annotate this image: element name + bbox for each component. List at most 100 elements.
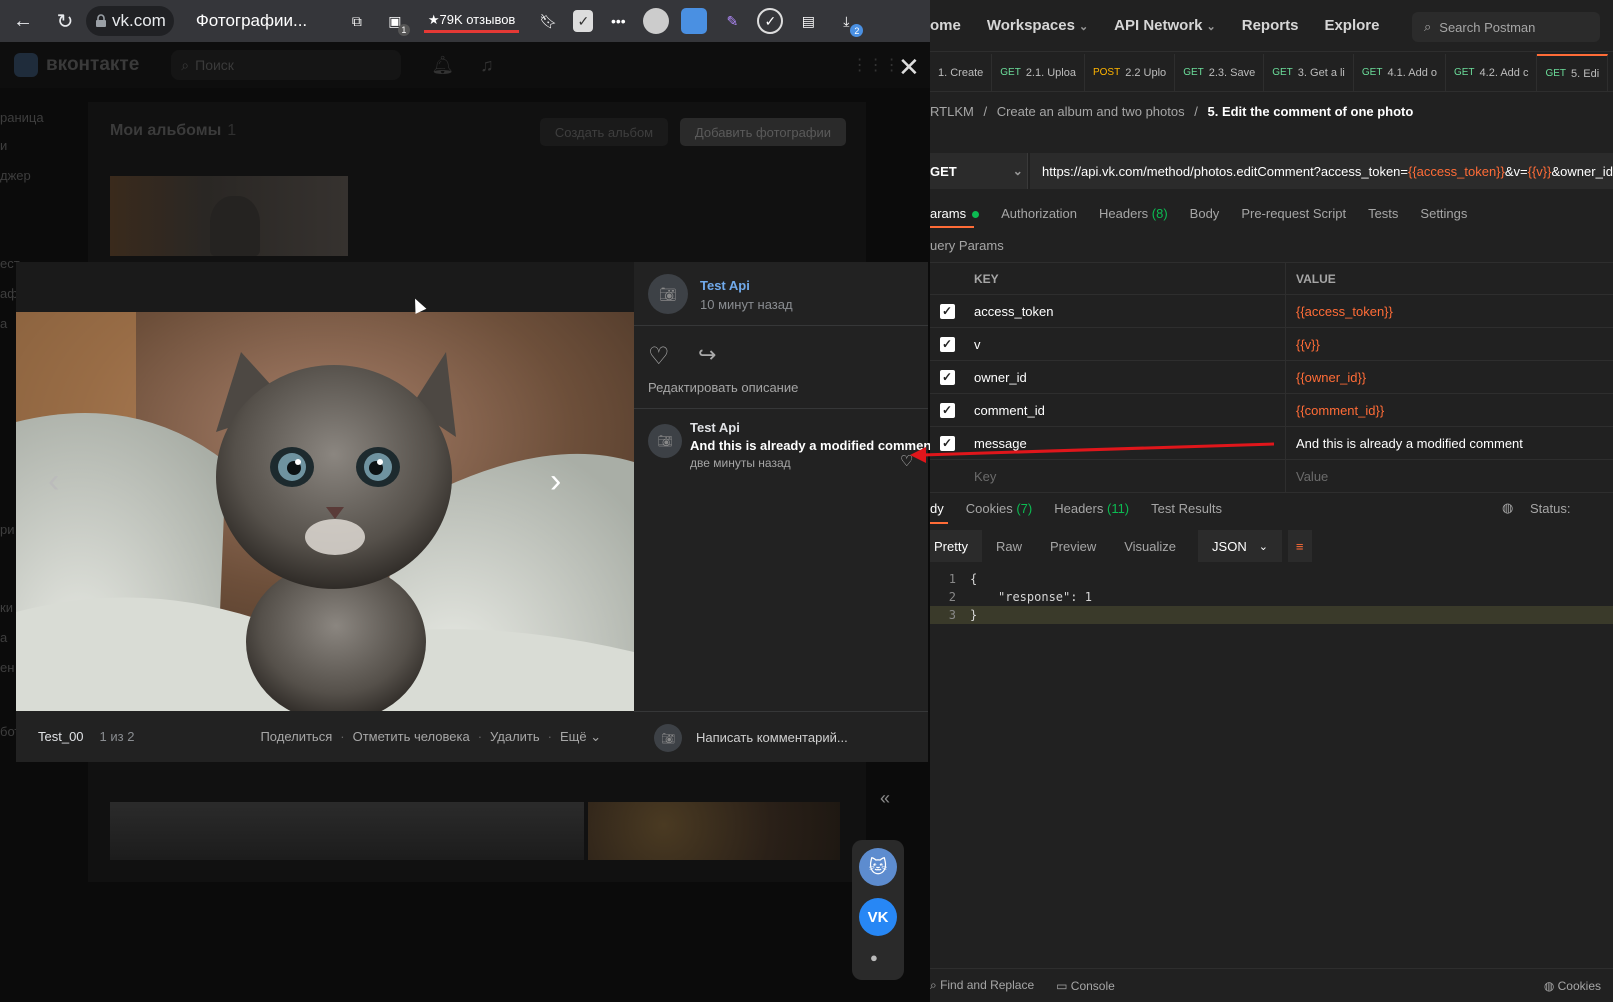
sidebar-item-messages[interactable]: и [0, 138, 7, 153]
request-tab[interactable]: 1. Create [930, 53, 993, 92]
share-icon[interactable]: ↪ [698, 342, 716, 368]
prev-photo-icon[interactable]: ‹ [48, 462, 59, 501]
check-extension-icon[interactable]: ✓ [757, 8, 784, 34]
param-checkbox[interactable]: ✓ [939, 435, 955, 451]
breadcrumb-folder[interactable]: Create an album and two photos [997, 104, 1185, 119]
param-checkbox[interactable]: ✓ [939, 369, 955, 385]
comment-like-icon[interactable]: ♡ [900, 452, 913, 470]
tab-resp-body[interactable]: dy [930, 501, 944, 516]
kitten-photo[interactable]: ‹ › [16, 312, 634, 711]
comment-input[interactable]: Написать комментарий... [696, 730, 848, 745]
request-tab[interactable]: POST 2.2 Uplo [1085, 53, 1176, 92]
sidebar-item-messenger[interactable]: джер [0, 168, 31, 183]
music-icon[interactable]: ♫ [480, 55, 494, 76]
value-input[interactable]: Value [1286, 460, 1613, 493]
tab-settings[interactable]: Settings [1420, 206, 1467, 221]
address-bar[interactable]: vk.com [86, 6, 174, 36]
author-name[interactable]: Test Api [700, 278, 750, 293]
param-checkbox[interactable]: ✓ [939, 336, 955, 352]
view-pretty[interactable]: Pretty [930, 530, 982, 562]
param-value[interactable]: {{access_token}} [1286, 295, 1613, 328]
bell-icon[interactable]: 🔔︎ [431, 55, 454, 76]
breadcrumb-current[interactable]: 5. Edit the comment of one photo [1207, 104, 1413, 119]
back-icon[interactable]: ← [6, 4, 40, 38]
param-value[interactable]: {{owner_id}} [1286, 361, 1613, 394]
request-tab[interactable]: GET 4.2. Add c [1446, 53, 1538, 92]
tab-headers[interactable]: Headers (8) [1099, 206, 1168, 221]
vk-logo[interactable]: вконтакте [14, 53, 139, 77]
delete-link[interactable]: Удалить [490, 729, 540, 744]
method-select[interactable]: GET ⌄ [930, 153, 1028, 189]
tab-pre-request-script[interactable]: Pre-request Script [1241, 206, 1346, 221]
tab-authorization[interactable]: Authorization [1001, 206, 1077, 221]
comment-author[interactable]: Test Api [690, 420, 740, 435]
param-value[interactable]: And this is already a modified comment [1286, 427, 1613, 460]
chat-icon[interactable]: ● [870, 950, 878, 965]
nav-workspaces[interactable]: Workspaces ⌄ [987, 17, 1088, 34]
collapse-icon[interactable]: « [880, 788, 890, 809]
param-checkbox[interactable]: ✓ [939, 402, 955, 418]
extension-icon[interactable]: ▣ 1 [382, 8, 410, 36]
find-replace-button[interactable]: ⌕ Find and Replace [930, 978, 1034, 993]
param-key[interactable]: comment_id [964, 393, 1286, 427]
view-raw[interactable]: Raw [982, 530, 1036, 562]
feather-extension-icon[interactable]: ✎ [719, 8, 745, 34]
tag-person-link[interactable]: Отметить человека [353, 729, 470, 744]
sidebar-item-page[interactable]: раница [0, 110, 44, 125]
param-value[interactable]: {{v}} [1286, 328, 1613, 361]
reload-icon[interactable]: ↻ [48, 4, 82, 38]
bookmark-icon[interactable]: 🔖︎ [535, 8, 561, 34]
wrap-lines-icon[interactable]: ≡ [1287, 530, 1312, 562]
request-tab[interactable]: GET 2.1. Uploa [992, 53, 1085, 92]
request-tab[interactable]: GET 3. Get a li [1264, 53, 1354, 92]
view-preview[interactable]: Preview [1036, 530, 1110, 562]
tab-test-results[interactable]: Test Results [1151, 501, 1222, 516]
author-avatar[interactable]: 📷︎ [648, 274, 688, 314]
apps-grid-icon[interactable]: ⋮⋮⋮ [852, 55, 900, 75]
param-checkbox[interactable]: ✓ [939, 303, 955, 319]
edit-description-link[interactable]: Редактировать описание [648, 380, 798, 395]
param-key[interactable]: access_token [964, 294, 1286, 328]
param-key[interactable]: owner_id [964, 360, 1286, 394]
next-photo-icon[interactable]: › [550, 462, 561, 501]
console-button[interactable]: ▭ Console [1056, 979, 1115, 993]
share-link[interactable]: Поделиться [260, 729, 332, 744]
cookies-button[interactable]: ◍ Cookies [1544, 979, 1601, 993]
reviews-badge[interactable]: ★79K отзывов [423, 10, 520, 33]
album-thumbnail[interactable] [110, 176, 348, 256]
nav-reports[interactable]: Reports [1242, 17, 1299, 34]
tab-resp-cookies[interactable]: Cookies (7) [966, 501, 1032, 516]
tabs-icon[interactable]: ⧉ [344, 8, 370, 34]
add-photos-button[interactable]: Добавить фотографии [680, 118, 846, 146]
nav-explore[interactable]: Explore [1324, 17, 1379, 34]
commenter-avatar[interactable]: 📷︎ [648, 424, 682, 458]
param-key[interactable]: v [964, 327, 1286, 361]
collections-icon[interactable]: ▤ [795, 8, 821, 34]
postman-search-input[interactable]: ⌕ Search Postman [1412, 12, 1600, 42]
format-select[interactable]: JSON ⌄ [1198, 530, 1282, 562]
close-icon[interactable]: ✕ [898, 52, 920, 83]
photo-thumbnail[interactable] [588, 802, 840, 860]
more-menu[interactable]: Ещё ⌄ [560, 729, 601, 745]
request-tab[interactable]: GET 4.1. Add o [1354, 53, 1446, 92]
vk-app-icon[interactable]: VK [859, 898, 897, 936]
key-input[interactable]: Key [964, 459, 1286, 493]
cat-app-icon[interactable]: 🐱︎ [859, 848, 897, 886]
tab-body[interactable]: Body [1190, 206, 1220, 221]
more-extension-icon[interactable]: ••• [605, 8, 631, 34]
view-visualize[interactable]: Visualize [1110, 530, 1190, 562]
request-tab[interactable]: GET 2.3. Save [1175, 53, 1265, 92]
tab-resp-headers[interactable]: Headers (11) [1054, 501, 1129, 516]
translate-extension-icon[interactable] [681, 8, 708, 34]
vpn-extension-icon[interactable] [643, 8, 670, 34]
tab-tests[interactable]: Tests [1368, 206, 1398, 221]
like-icon[interactable]: ♡ [648, 342, 670, 371]
download-icon[interactable]: ⤓ 2 [833, 8, 864, 37]
photo-thumbnail[interactable] [110, 802, 584, 860]
url-input[interactable]: https://api.vk.com/method/photos.editCom… [1030, 153, 1613, 189]
request-tab[interactable]: GET 5. Edi [1537, 53, 1609, 92]
shield-icon[interactable]: ✓ [573, 10, 594, 32]
vk-search-input[interactable]: ⌕ Поиск [171, 50, 402, 80]
globe-icon[interactable]: ◍ [1502, 500, 1513, 516]
nav-api-network[interactable]: API Network ⌄ [1114, 17, 1216, 34]
